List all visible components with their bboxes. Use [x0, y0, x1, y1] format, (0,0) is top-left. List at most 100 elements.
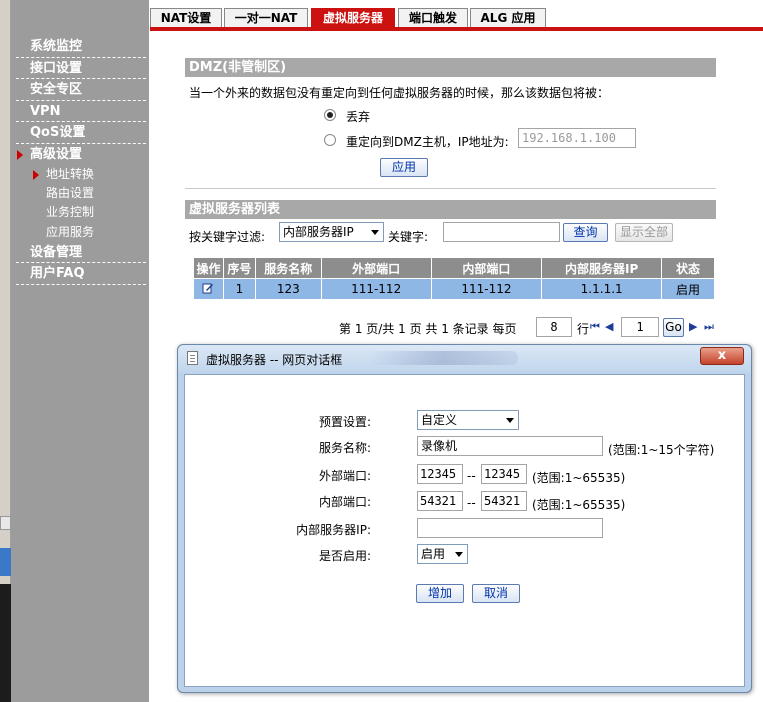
- service-name-label: 服务名称:: [318, 441, 371, 455]
- sidebar-item-monitor[interactable]: 系统监控: [16, 36, 146, 58]
- dialog-titlebar[interactable]: 虚拟服务器 -- 网页对话框 x: [178, 345, 751, 373]
- cell-int-port: 111-112: [430, 278, 543, 300]
- virtual-server-table: 操作 序号 服务名称 外部端口 内部端口 内部服务器IP 状态 1 123 11…: [193, 257, 715, 300]
- dmz-apply-button[interactable]: 应用: [380, 158, 428, 177]
- sidebar-subitem-label: 地址转换: [46, 167, 95, 181]
- sidebar-item-label: 设备管理: [30, 244, 83, 260]
- int-port-to-input[interactable]: 54321: [481, 491, 527, 511]
- sidebar-item-label: 安全专区: [30, 82, 83, 97]
- edit-icon[interactable]: [202, 282, 214, 294]
- sidebar-item-label: QoS设置: [30, 125, 86, 140]
- sidebar-subitem-appservice[interactable]: 应用服务: [16, 223, 146, 242]
- sidebar-subitem-nat[interactable]: 地址转换: [16, 165, 146, 184]
- per-page-input[interactable]: 8: [536, 317, 572, 337]
- dmz-description: 当一个外来的数据包没有重定向到任何虚拟服务器的时候，那么该数据包将被：: [189, 86, 610, 100]
- sidebar-subitem-routing[interactable]: 路由设置: [16, 184, 146, 203]
- cancel-button[interactable]: 取消: [472, 584, 520, 603]
- ext-port-note: (范围:1~65535): [532, 471, 626, 485]
- col-header: 状态: [661, 257, 715, 279]
- cell-index: 1: [222, 278, 256, 300]
- dmz-redirect-radio[interactable]: [324, 134, 336, 146]
- pager-row-label: 行: [577, 322, 590, 336]
- first-page-icon[interactable]: ⏮: [590, 320, 600, 334]
- dialog-title: 虚拟服务器 -- 网页对话框: [206, 353, 343, 367]
- server-ip-label: 内部服务器IP:: [296, 523, 371, 537]
- cell-status: 启用: [661, 278, 715, 300]
- tab-virtual-server[interactable]: 虚拟服务器: [311, 8, 395, 29]
- section-divider: [185, 188, 716, 189]
- vs-list-header: 虚拟服务器列表: [185, 200, 716, 219]
- col-header: 内部端口: [430, 257, 543, 279]
- filter-select[interactable]: 内部服务器IP: [279, 222, 384, 242]
- query-button[interactable]: 查询: [563, 223, 608, 242]
- col-header: 外部端口: [320, 257, 432, 279]
- tab-port-trigger[interactable]: 端口触发: [398, 8, 468, 29]
- cell-ext-port: 111-112: [320, 278, 432, 300]
- taskbar-fragment: [0, 548, 11, 576]
- col-header: 序号: [222, 257, 256, 279]
- close-button[interactable]: x: [700, 347, 744, 365]
- ext-port-to-input[interactable]: 12345: [481, 464, 527, 484]
- int-port-dash: --: [467, 496, 476, 510]
- page-input[interactable]: 1: [621, 317, 659, 337]
- sidebar-item-advanced[interactable]: 高级设置: [16, 144, 146, 166]
- dmz-discard-radio[interactable]: [324, 109, 336, 121]
- keyword-label: 关键字:: [388, 230, 429, 244]
- sidebar-subitem-label: 路由设置: [46, 186, 95, 201]
- chevron-down-icon: [451, 545, 467, 563]
- ext-port-label: 外部端口:: [318, 469, 371, 483]
- sidebar-item-vpn[interactable]: VPN: [16, 101, 146, 122]
- preset-label: 预置设置:: [318, 415, 371, 429]
- tab-underline: [150, 27, 763, 31]
- edit-cell[interactable]: [193, 278, 224, 300]
- last-page-icon[interactable]: ⏭: [704, 320, 714, 334]
- int-port-from-input[interactable]: 54321: [417, 491, 463, 511]
- go-button[interactable]: Go: [663, 318, 684, 337]
- col-header: 内部服务器IP: [541, 257, 663, 279]
- sidebar-subitem-business[interactable]: 业务控制: [16, 203, 146, 222]
- col-header: 服务名称: [254, 257, 322, 279]
- preset-select[interactable]: 自定义: [417, 410, 519, 430]
- sidebar-item-device[interactable]: 设备管理: [16, 242, 146, 264]
- arrow-right-icon: [17, 149, 23, 160]
- sidebar-item-qos[interactable]: QoS设置: [16, 122, 146, 144]
- dialog-body: 预置设置: 自定义 服务名称: 录像机 (范围:1~15个字符) 外部端口: 1…: [184, 374, 745, 687]
- tab-nat[interactable]: NAT设置: [150, 8, 222, 29]
- blurred-title-fragment: [368, 351, 518, 365]
- sidebar-item-label: 系统监控: [30, 39, 83, 54]
- cell-server-ip: 1.1.1.1: [541, 278, 663, 300]
- sidebar-subitem-label: 应用服务: [46, 224, 95, 239]
- server-ip-input[interactable]: [417, 518, 603, 538]
- pager-summary: 第 1 页/共 1 页 共 1 条记录 每页: [339, 322, 517, 336]
- sidebar-item-security[interactable]: 安全专区: [16, 79, 146, 101]
- dmz-ip-input[interactable]: 192.168.1.100: [518, 128, 636, 148]
- add-button[interactable]: 增加: [416, 584, 464, 603]
- service-name-input[interactable]: 录像机: [417, 436, 603, 456]
- int-port-note: (范围:1~65535): [532, 498, 626, 512]
- sidebar-item-interface[interactable]: 接口设置: [16, 58, 146, 79]
- browser-left-strip: [0, 0, 11, 702]
- desktop-fragment: [0, 584, 11, 702]
- col-header: 操作: [193, 257, 224, 279]
- cell-name: 123: [254, 278, 322, 300]
- int-port-label: 内部端口:: [318, 495, 371, 509]
- sidebar-item-faq[interactable]: 用户FAQ: [16, 263, 146, 285]
- prev-page-icon[interactable]: ◀: [605, 320, 613, 333]
- keyword-input[interactable]: [443, 222, 560, 242]
- scroll-down-arrow-icon[interactable]: [0, 516, 11, 530]
- sidebar: 系统监控 接口设置 安全专区 VPN QoS设置 高级设置 地址转换 路由设置 …: [11, 0, 149, 702]
- sidebar-item-label: 接口设置: [30, 60, 83, 76]
- next-page-icon[interactable]: ▶: [689, 320, 697, 333]
- arrow-right-icon: [33, 170, 39, 180]
- tab-alg[interactable]: ALG 应用: [470, 8, 546, 29]
- enable-select[interactable]: 启用: [417, 544, 468, 564]
- sidebar-item-label: 用户FAQ: [30, 266, 85, 282]
- ext-port-from-input[interactable]: 12345: [417, 464, 463, 484]
- enable-label: 是否启用:: [318, 549, 371, 563]
- tab-one-to-one-nat[interactable]: 一对一NAT: [224, 8, 308, 29]
- enable-select-value: 启用: [421, 547, 446, 561]
- filter-select-value: 内部服务器IP: [283, 225, 354, 239]
- table-row: 1 123 111-112 111-112 1.1.1.1 启用: [193, 278, 715, 300]
- chevron-down-icon: [367, 223, 383, 241]
- show-all-button[interactable]: 显示全部: [615, 223, 673, 242]
